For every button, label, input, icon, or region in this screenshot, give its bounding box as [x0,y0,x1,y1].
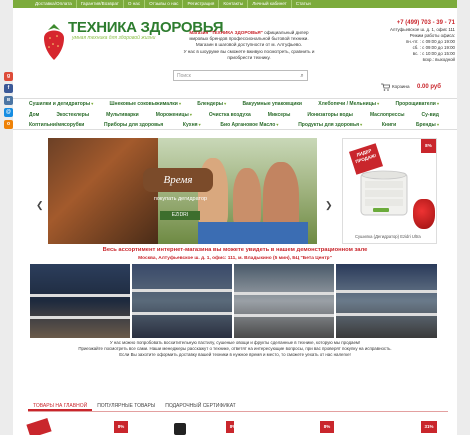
card-discount-badge: 8% [320,421,334,433]
showroom-photo-2 [132,264,232,338]
hero-slider[interactable]: Время покупать дегидратор EZIDRI [48,138,317,244]
top-nav: Доставка/Оплата Гарантия/Возврат О нас О… [13,0,457,8]
header-shop-name: Магазин "ТЕХНИКА ЗДОРОВЬЯ" [189,30,263,35]
card-discount-badge: 31% [421,421,437,433]
slider-dried-fruit-image [48,138,158,244]
menu-item-sous-vide[interactable]: Су-вид [422,112,439,118]
tab-gift-certificate[interactable]: ПОДАРОЧНЫЙ СЕРТИФИКАТ [160,400,240,411]
google-plus-icon[interactable]: g [4,72,13,81]
menu-item-smokers[interactable]: Коптильни/мясорубки [29,122,84,128]
hours-holiday: вскр.: выходной [422,57,455,62]
topnav-account[interactable]: Личный кабинет [248,0,292,8]
menu-item-juicers[interactable]: Шнековые соковыжималки [110,101,181,107]
topnav-contacts[interactable]: Контакты [219,0,249,8]
card-discount-badge: 8% [114,421,128,433]
menu-item-eco-steklers[interactable]: Экостеклеры [56,112,89,118]
search-icon[interactable]: ⌕ [298,72,306,80]
menu-item-vacuum-sealers[interactable]: Вакуумные упаковщики [242,101,302,107]
menu-row-2: Дом Экостеклеры Мультиварки Мороженицы О… [13,110,457,121]
menu-item-health-food[interactable]: Продукты для здоровья [298,122,362,128]
card-product-image [174,423,186,435]
brand-tagline: умная техника для здоровой жизни [72,35,156,41]
cart-total: 0.00 руб [417,84,441,90]
featured-product-caption[interactable]: Сушилка (Дегидратор) Ezidri Ultra [355,234,455,239]
odnoklassniki-icon[interactable]: о [4,120,13,129]
menu-item-home[interactable]: Дом [29,112,39,118]
slider-clothing [198,222,308,244]
phone-number[interactable]: +7 (499) 703 - 39 - 71 [360,19,455,27]
topnav-about[interactable]: О нас [124,0,146,8]
tab-popular-products[interactable]: ПОПУЛЯРНЫЕ ТОВАРЫ [92,400,160,411]
showroom-photo-3 [234,264,334,338]
menu-item-sprouters[interactable]: Пророщиватели [395,101,439,107]
red-pepper-image [413,199,435,229]
menu-item-ice-cream[interactable]: Мороженицы [156,112,192,118]
showroom-promo-title: Весь ассортимент интернет-магазина вы мо… [102,247,368,253]
menu-item-bread-makers[interactable]: Хлебопечи / Мельницы [318,101,379,107]
product-card[interactable]: 8% [234,417,334,435]
header-description: Магазин "ТЕХНИКА ЗДОРОВЬЯ" официальный д… [170,30,328,61]
showroom-photo-1 [30,264,130,338]
slider-person-2 [233,168,261,228]
menu-item-health-devices[interactable]: Приборы для здоровья [104,122,163,128]
slider-brand: EZIDRI [160,211,200,220]
menu-item-brands[interactable]: Бренды [416,122,439,128]
featured-product-card[interactable]: 8% ЛИДЕР ПРОДАЖ! Сушилка (Дегидратор) Ez… [342,138,437,244]
slider-subtitle: покупать дегидратор [153,196,208,202]
header-line-3: Магазин в шаговой доступности от м. Алту… [195,42,303,48]
search-placeholder: Поиск [177,73,191,79]
menu-item-multicookers[interactable]: Мультиварки [106,112,139,118]
contacts-block: +7 (499) 703 - 39 - 71 Алтуфьевское ш. д… [360,19,455,63]
menu-item-oil-presses[interactable]: Маслопрессы [370,112,405,118]
header-line-5: приобрести технику. [227,54,271,60]
product-tabs: ТОВАРЫ НА ГЛАВНОЙ ПОПУЛЯРНЫЕ ТОВАРЫ ПОДА… [28,400,448,412]
cart-label: Корзина [392,84,410,89]
topnav-warranty[interactable]: Гарантия/Возврат [77,0,124,8]
menu-item-dryers[interactable]: Сушилки и дегидраторы [29,101,93,107]
cart-widget[interactable]: Корзина 0.00 руб [381,82,456,92]
menu-row-3: Коптильни/мясорубки Приборы для здоровья… [13,120,457,131]
vk-icon[interactable]: в [4,96,13,105]
dehydrator-product-image [360,170,408,216]
menu-item-air-purifiers[interactable]: Очистка воздуха [209,112,251,118]
menu-item-kitchen[interactable]: Кухня [183,122,201,128]
tab-home-products[interactable]: ТОВАРЫ НА ГЛАВНОЙ [28,400,93,411]
menu-item-blenders[interactable]: Блендеры [197,101,226,107]
discount-badge: 8% [421,139,436,153]
about-text: У нас можно попробовать восхитительную п… [13,340,457,359]
product-card[interactable]: 8% [140,417,240,435]
slider-prev-arrow-icon[interactable]: ❮ [36,200,44,211]
about-line-3: Если Вы захотите оформить доставку вашей… [119,352,351,358]
menu-item-water-ionizers[interactable]: Ионизаторы воды [307,112,353,118]
showroom-photo-4 [336,264,437,338]
mail-ru-icon[interactable]: @ [4,108,13,117]
product-card[interactable]: 31% [337,417,437,435]
menu-row-1: Сушилки и дегидраторы Шнековые соковыжим… [13,99,457,110]
header-dealer-text: официальный дилер [262,30,309,35]
menu-item-books[interactable]: Книги [382,122,396,128]
header-line-2: мировых брендов профессиональной бытовой… [189,36,309,42]
slider-next-arrow-icon[interactable]: ❯ [325,200,333,211]
topnav-articles[interactable]: Статьи [292,0,315,8]
menu-item-argan-oil[interactable]: Био Аргановое Масло [220,122,278,128]
search-input[interactable]: Поиск ⌕ [173,70,308,81]
facebook-icon[interactable]: f [4,84,13,93]
header-line-4: У нас в шоуруме вы сможете вживую посмот… [183,48,315,54]
slider-title: Время [143,168,213,192]
topnav-reviews[interactable]: Отзывы о нас [145,0,184,8]
main-menu: Сушилки и дегидраторы Шнековые соковыжим… [13,98,457,130]
product-card[interactable]: 8% [26,417,128,435]
menu-item-mixers[interactable]: Миксеры [268,112,291,118]
showroom-address: Москва, Алтуфьевское ш. д. 1, офис: 111,… [138,256,332,261]
topnav-delivery[interactable]: Доставка/Оплата [31,0,77,8]
card-ribbon [26,417,52,435]
cart-icon[interactable] [381,83,390,91]
showroom-photos [30,264,437,338]
topnav-register[interactable]: Регистрация [183,0,220,8]
